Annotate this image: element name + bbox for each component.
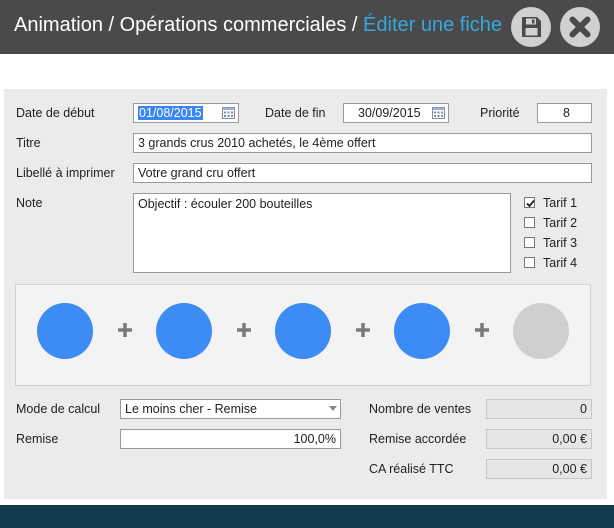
end-date-label: Date de fin (265, 106, 326, 120)
product-slot-3[interactable] (275, 303, 331, 359)
checkbox-box[interactable] (524, 237, 535, 248)
sales-count-label: Nombre de ventes (369, 402, 472, 416)
close-x-icon (569, 16, 591, 38)
revenue-field: 0,00 € (486, 459, 592, 479)
title-label: Titre (16, 136, 41, 150)
print-label-label: Libellé à imprimer (16, 166, 115, 180)
plus-icon (475, 323, 489, 337)
breadcrumb-separator: / (346, 14, 364, 36)
product-slot-1[interactable] (37, 303, 93, 359)
start-date-value: 01/08/2015 (138, 106, 203, 120)
save-button[interactable] (511, 7, 551, 47)
granted-discount-label: Remise accordée (369, 432, 467, 446)
sales-count-field: 0 (486, 399, 592, 419)
product-slot-2[interactable] (156, 303, 212, 359)
calc-mode-value: Le moins cher - Remise (125, 402, 257, 416)
revenue-label: CA réalisé TTC (369, 462, 454, 476)
breadcrumb-current-page: Éditer une fiche (363, 14, 503, 36)
calc-mode-label: Mode de calcul (16, 402, 101, 416)
plus-icon (356, 323, 370, 337)
plus-icon (118, 323, 132, 337)
note-textarea[interactable]: Objectif : écouler 200 bouteilles (133, 193, 511, 273)
tariff-label: Tarif 4 (543, 256, 578, 270)
close-button[interactable] (560, 7, 600, 47)
footer-bar (0, 505, 614, 528)
product-slot-5-empty[interactable] (513, 303, 569, 359)
tariff-label: Tarif 1 (543, 196, 578, 210)
title-bar: Animation / Opérations commerciales / Éd… (0, 0, 614, 54)
checkbox-box[interactable] (524, 197, 535, 208)
checkbox-box[interactable] (524, 257, 535, 268)
calendar-icon[interactable] (432, 106, 445, 119)
plus-icon (237, 323, 251, 337)
calendar-icon[interactable] (222, 106, 235, 119)
discount-label: Remise (16, 432, 59, 446)
chevron-down-icon[interactable] (329, 406, 337, 411)
start-date-field[interactable]: 01/08/2015 (133, 103, 239, 123)
priority-label: Priorité (480, 106, 520, 120)
discount-field[interactable]: 100,0% (120, 429, 341, 449)
breadcrumb-operations[interactable]: Opérations commerciales (120, 14, 347, 36)
floppy-disk-icon (522, 17, 541, 37)
checkmark-icon (526, 199, 535, 208)
print-label-field[interactable]: Votre grand cru offert (133, 163, 592, 183)
breadcrumb-animation[interactable]: Animation (14, 14, 103, 36)
start-date-label: Date de début (16, 106, 95, 120)
granted-discount-field: 0,00 € (486, 429, 592, 449)
note-label: Note (16, 196, 43, 210)
tariff-label: Tarif 3 (543, 236, 578, 250)
end-date-field[interactable]: 30/09/2015 (343, 103, 449, 123)
checkbox-box[interactable] (524, 217, 535, 228)
priority-field[interactable]: 8 (537, 103, 592, 123)
breadcrumb-separator: / (102, 14, 120, 36)
tariff-label: Tarif 2 (543, 216, 578, 230)
breadcrumb: Animation / Opérations commerciales / Éd… (14, 14, 502, 37)
title-field[interactable]: 3 grands crus 2010 achetés, le 4ème offe… (133, 133, 592, 153)
end-date-value: 30/09/2015 (358, 106, 421, 120)
product-slot-4[interactable] (394, 303, 450, 359)
calc-mode-select[interactable]: Le moins cher - Remise (120, 399, 341, 419)
